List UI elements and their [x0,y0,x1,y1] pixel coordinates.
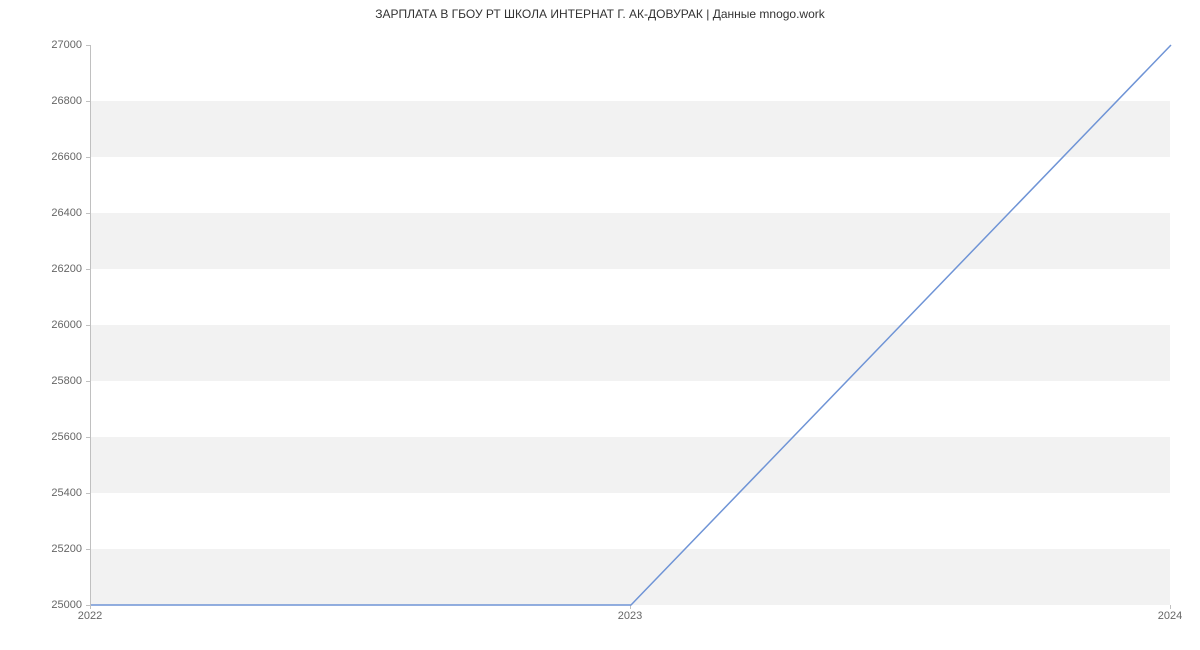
y-tick-mark [86,101,90,102]
x-tick-mark [1170,605,1171,609]
y-tick-label: 25400 [12,487,82,499]
y-tick-label: 27000 [12,39,82,51]
x-tick-label: 2024 [1158,610,1182,622]
y-tick-label: 26800 [12,95,82,107]
x-tick-label: 2022 [78,610,102,622]
y-tick-mark [86,381,90,382]
y-tick-mark [86,213,90,214]
y-tick-label: 26000 [12,319,82,331]
y-tick-mark [86,157,90,158]
y-tick-mark [86,45,90,46]
line-series [91,45,1170,604]
y-tick-mark [86,549,90,550]
chart-container: ЗАРПЛАТА В ГБОУ РТ ШКОЛА ИНТЕРНАТ Г. АК-… [0,0,1200,650]
plot-area [90,45,1170,605]
y-tick-label: 25600 [12,431,82,443]
series-line [91,45,1171,605]
y-tick-label: 25800 [12,375,82,387]
y-tick-mark [86,325,90,326]
y-tick-mark [86,493,90,494]
y-tick-mark [86,269,90,270]
y-tick-label: 26200 [12,263,82,275]
y-tick-label: 26400 [12,207,82,219]
y-tick-label: 26600 [12,151,82,163]
y-tick-mark [86,437,90,438]
chart-title: ЗАРПЛАТА В ГБОУ РТ ШКОЛА ИНТЕРНАТ Г. АК-… [0,7,1200,21]
y-tick-label: 25000 [12,599,82,611]
y-tick-label: 25200 [12,543,82,555]
x-tick-label: 2023 [618,610,642,622]
x-tick-mark [90,605,91,609]
